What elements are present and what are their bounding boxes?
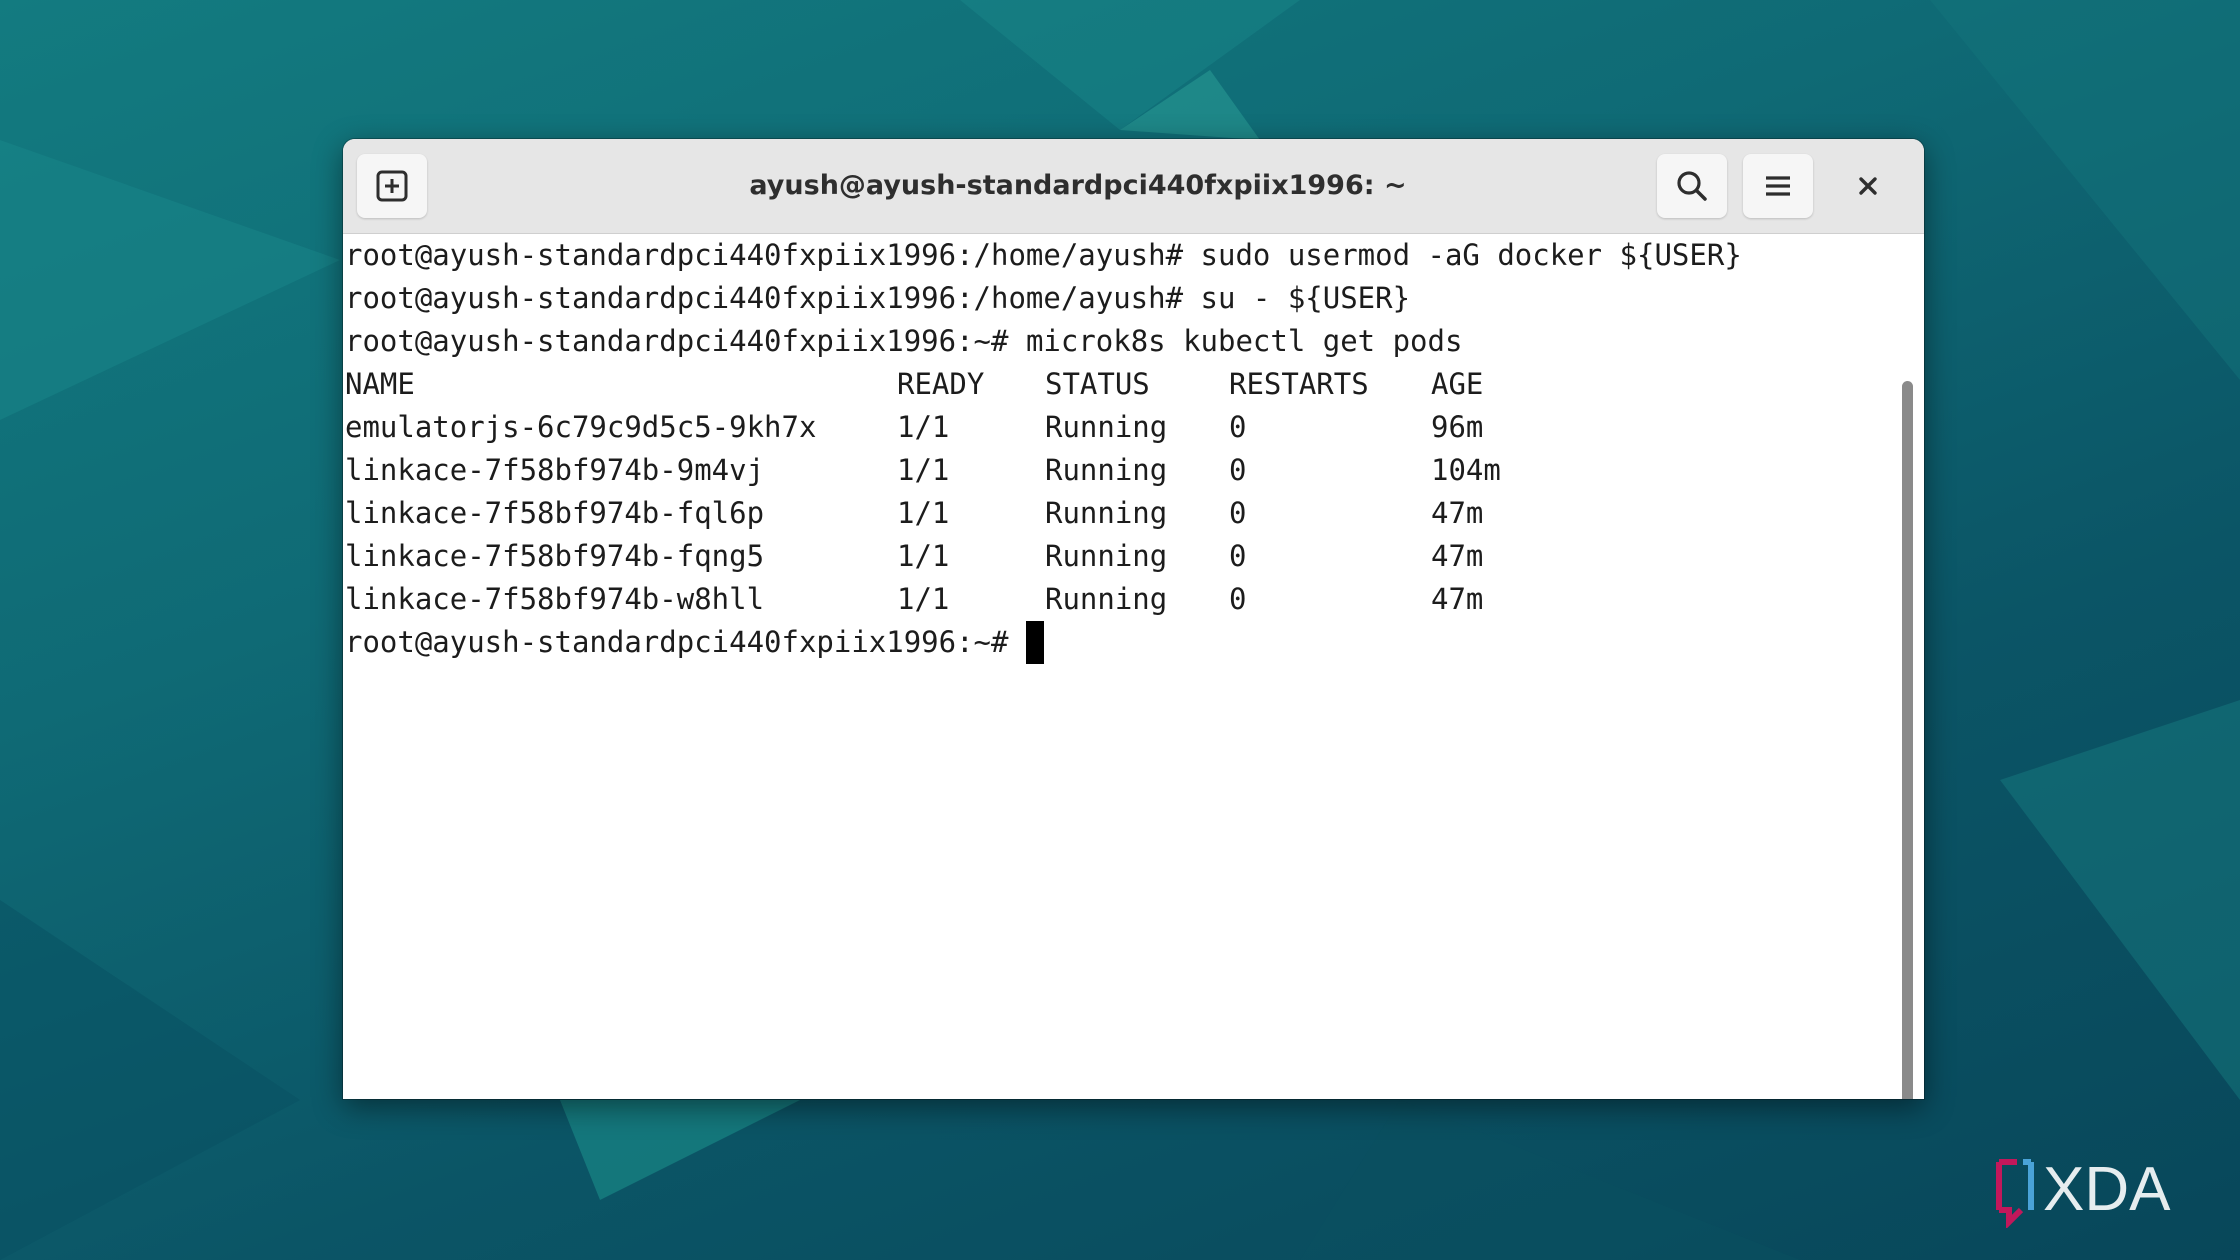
terminal-line: root@ayush-standardpci440fxpiix1996:/hom… [345, 234, 1895, 277]
pod-name: linkace-7f58bf974b-w8hll [345, 582, 765, 616]
pod-restarts: 0 [1229, 582, 1247, 616]
pod-age: 47m [1431, 582, 1484, 616]
pod-status: Running [1045, 496, 1168, 530]
pod-ready: 1/1 [897, 410, 950, 444]
pod-name: linkace-7f58bf974b-fqng5 [345, 539, 765, 573]
pod-name: linkace-7f58bf974b-9m4vj [345, 453, 765, 487]
pod-ready: 1/1 [897, 453, 950, 487]
terminal-window: ayush@ayush-standardpci440fxpiix1996: ~ … [343, 139, 1924, 1099]
prompt: root@ayush-standardpci440fxpiix1996:~# [345, 625, 1009, 659]
pod-name: emulatorjs-6c79c9d5c5-9kh7x [345, 410, 817, 444]
hamburger-menu-icon [1766, 176, 1790, 196]
pod-name: linkace-7f58bf974b-fql6p [345, 496, 765, 530]
table-row: linkace-7f58bf974b-w8hll 1/1 Running 0 4… [345, 578, 1895, 621]
scrollbar-thumb[interactable] [1902, 381, 1913, 1099]
command: sudo usermod -aG docker ${USER} [1200, 238, 1742, 272]
table-row: emulatorjs-6c79c9d5c5-9kh7x 1/1 Running … [345, 406, 1895, 449]
close-icon [1859, 177, 1877, 195]
pod-ready: 1/1 [897, 582, 950, 616]
command: microk8s kubectl get pods [1025, 324, 1463, 358]
column-header-restarts: RESTARTS [1229, 367, 1369, 401]
pod-restarts: 0 [1229, 539, 1247, 573]
column-header-name: NAME [345, 367, 415, 401]
plus-square-icon [376, 170, 408, 202]
prompt: root@ayush-standardpci440fxpiix1996:/hom… [345, 281, 1184, 315]
table-row: linkace-7f58bf974b-9m4vj 1/1 Running 0 1… [345, 449, 1895, 492]
close-button[interactable] [1833, 154, 1903, 218]
pod-status: Running [1045, 410, 1168, 444]
window-title: ayush@ayush-standardpci440fxpiix1996: ~ [749, 170, 1407, 201]
text-cursor [1025, 621, 1044, 664]
prompt: root@ayush-standardpci440fxpiix1996:/hom… [345, 238, 1184, 272]
terminal-line: root@ayush-standardpci440fxpiix1996:/hom… [345, 277, 1895, 320]
xda-logo-icon: XDA [1996, 1155, 2171, 1230]
scrollbar[interactable] [1898, 239, 1918, 1099]
pod-restarts: 0 [1229, 410, 1247, 444]
new-tab-button[interactable] [357, 154, 427, 218]
menu-button[interactable] [1743, 154, 1813, 218]
pod-age: 104m [1431, 453, 1501, 487]
pod-status: Running [1045, 539, 1168, 573]
pod-ready: 1/1 [897, 496, 950, 530]
pod-status: Running [1045, 582, 1168, 616]
table-row: linkace-7f58bf974b-fqng5 1/1 Running 0 4… [345, 535, 1895, 578]
pod-restarts: 0 [1229, 496, 1247, 530]
table-row: linkace-7f58bf974b-fql6p 1/1 Running 0 4… [345, 492, 1895, 535]
pod-restarts: 0 [1229, 453, 1247, 487]
pod-age: 47m [1431, 539, 1484, 573]
column-header-ready: READY [897, 367, 985, 401]
pod-status: Running [1045, 453, 1168, 487]
column-header-age: AGE [1431, 367, 1484, 401]
table-header: NAME READY STATUS RESTARTS AGE [345, 363, 1895, 406]
search-icon [1677, 171, 1707, 201]
xda-watermark-logo: XDA [1995, 1155, 2210, 1230]
terminal-line-current[interactable]: root@ayush-standardpci440fxpiix1996:~# [345, 621, 1895, 664]
pod-ready: 1/1 [897, 539, 950, 573]
title-bar[interactable]: ayush@ayush-standardpci440fxpiix1996: ~ [343, 139, 1924, 234]
xda-logo-text: XDA [2043, 1158, 2171, 1224]
command: su - ${USER} [1200, 281, 1411, 315]
pod-age: 47m [1431, 496, 1484, 530]
prompt: root@ayush-standardpci440fxpiix1996:~# [345, 324, 1009, 358]
column-header-status: STATUS [1045, 367, 1150, 401]
terminal-output[interactable]: root@ayush-standardpci440fxpiix1996:/hom… [343, 234, 1895, 1099]
search-button[interactable] [1657, 154, 1727, 218]
pod-age: 96m [1431, 410, 1484, 444]
terminal-line: root@ayush-standardpci440fxpiix1996:~# m… [345, 320, 1895, 363]
